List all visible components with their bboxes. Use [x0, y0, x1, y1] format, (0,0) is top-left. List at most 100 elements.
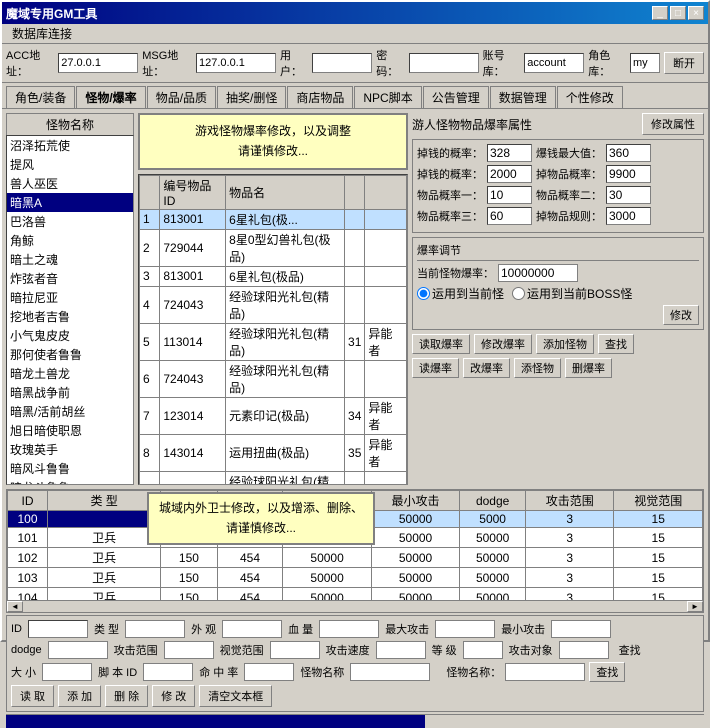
list-item[interactable]: 沼泽拓荒使 — [7, 136, 133, 155]
list-item[interactable]: 暗土之魂 — [7, 250, 133, 269]
find-monster-button[interactable]: 查找 — [589, 662, 625, 682]
form-input-dodge[interactable] — [48, 641, 108, 659]
pwd-input[interactable] — [409, 53, 479, 73]
read-button[interactable]: 读 取 — [11, 685, 54, 707]
clear-button[interactable]: 清空文本框 — [199, 685, 272, 707]
list-item[interactable]: 暗黑/活前胡丝 — [7, 402, 133, 421]
user-input[interactable] — [312, 53, 372, 73]
list-item[interactable]: 角鲸 — [7, 231, 133, 250]
list-item[interactable]: 暗风斗鲁鲁 — [7, 459, 133, 478]
list-item[interactable]: 旭日暗使职恩 — [7, 421, 133, 440]
connect-button[interactable]: 断开 — [664, 52, 704, 74]
form-input-minatk[interactable] — [551, 620, 611, 638]
maximize-button[interactable]: □ — [670, 6, 686, 20]
form-input-id[interactable] — [28, 620, 88, 638]
form-input-level[interactable] — [463, 641, 503, 659]
modify-button[interactable]: 修 改 — [152, 685, 195, 707]
monster-list[interactable]: 沼泽拓荒使 提风 兽人巫医 暗黑A 巴洛兽 角鲸 暗土之魂 炸弦者音 暗拉尼亚 … — [6, 135, 134, 485]
table-row[interactable]: 18130016星礼包(极... — [140, 209, 407, 229]
add-button[interactable]: 添 加 — [58, 685, 101, 707]
attr-input-3a[interactable] — [487, 186, 532, 204]
form-input-look[interactable] — [222, 620, 282, 638]
attr-input-4b[interactable] — [606, 207, 651, 225]
attr-input-1b[interactable] — [606, 144, 651, 162]
list-item[interactable]: 挖地者吉鲁 — [7, 307, 133, 326]
db-input[interactable] — [524, 53, 584, 73]
modify-attr-button[interactable]: 修改属性 — [642, 113, 704, 135]
add-monster-button2[interactable]: 添怪物 — [514, 358, 561, 378]
find-button[interactable]: 查找 — [598, 334, 634, 354]
list-item[interactable]: 暗黑A — [7, 193, 133, 212]
attr-input-1a[interactable] — [487, 144, 532, 162]
scroll-right-btn[interactable]: ► — [687, 601, 703, 612]
scroll-left-btn[interactable]: ◄ — [7, 601, 23, 612]
del-rate-button[interactable]: 删爆率 — [565, 358, 612, 378]
close-button[interactable]: × — [688, 6, 704, 20]
list-item[interactable]: 暗龙斗鲁鲁 — [7, 478, 133, 485]
table-row[interactable]: 102 卫兵 150 454 50000 50000 50000 3 15 — [8, 548, 703, 568]
tab-announce[interactable]: 公告管理 — [423, 86, 489, 108]
tab-role-equip[interactable]: 角色/装备 — [6, 86, 75, 108]
form-input-atkspeed[interactable] — [376, 641, 426, 659]
form-input-maxatk[interactable] — [435, 620, 495, 638]
attr-input-2b[interactable] — [606, 165, 651, 183]
attr-input-3b[interactable] — [606, 186, 651, 204]
radio-boss-monster[interactable] — [512, 287, 525, 300]
list-item[interactable]: 小气鬼皮皮 — [7, 326, 133, 345]
acc-input[interactable] — [58, 53, 138, 73]
form-input-size[interactable] — [42, 663, 92, 681]
table-row[interactable]: 104 卫兵 150 454 50000 50000 50000 3 15 — [8, 588, 703, 601]
table-row[interactable]: 27290448星0型幻兽礼包(极品) — [140, 229, 407, 266]
form-input-scriptid[interactable] — [143, 663, 193, 681]
tab-shop-item[interactable]: 商店物品 — [287, 86, 353, 108]
delete-button[interactable]: 删 除 — [105, 685, 148, 707]
list-item[interactable]: 暗龙土兽龙 — [7, 364, 133, 383]
rate-modify-button[interactable]: 修改 — [663, 305, 699, 325]
modify-rate-button2[interactable]: 改爆率 — [463, 358, 510, 378]
table-row[interactable]: 7123014元素印记(极品)34异能者 — [140, 397, 407, 434]
find-monster-input[interactable] — [505, 663, 585, 681]
list-item[interactable]: 玫瑰英手 — [7, 440, 133, 459]
menu-item-db[interactable]: 数据库连接 — [6, 23, 78, 44]
table-row[interactable]: 5113014经验球阳光礼包(精品)31异能者 — [140, 323, 407, 360]
rate-current-input[interactable] — [498, 264, 578, 282]
form-input-type[interactable] — [125, 620, 185, 638]
table-row[interactable]: 8143014运用扭曲(极品)35异能者 — [140, 434, 407, 471]
tab-item-quality[interactable]: 物品/品质 — [147, 86, 216, 108]
form-input-hp[interactable] — [319, 620, 379, 638]
list-item[interactable]: 炸弦者音 — [7, 269, 133, 288]
tab-npc-script[interactable]: NPC脚本 — [354, 86, 421, 108]
table-row[interactable]: 38130016星礼包(极品) — [140, 266, 407, 286]
tab-lottery[interactable]: 抽奖/删怪 — [217, 86, 286, 108]
tab-monster-rate[interactable]: 怪物/爆率 — [76, 86, 145, 108]
list-item[interactable]: 提风 — [7, 155, 133, 174]
attr-input-2a[interactable] — [487, 165, 532, 183]
add-monster-button[interactable]: 添加怪物 — [536, 334, 594, 354]
table-row[interactable]: 103 卫兵 150 454 50000 50000 50000 3 15 — [8, 568, 703, 588]
form-input-hitrate[interactable] — [244, 663, 294, 681]
table-row[interactable]: 4724043经验球阳光礼包(精品) — [140, 286, 407, 323]
read-rate-button2[interactable]: 读爆率 — [412, 358, 459, 378]
form-input-monstername[interactable] — [350, 663, 430, 681]
list-item[interactable]: 巴洛兽 — [7, 212, 133, 231]
list-item[interactable]: 暗黑战争前 — [7, 383, 133, 402]
list-item[interactable]: 那何使者鲁鲁 — [7, 345, 133, 364]
table-row[interactable]: 6724043经验球阳光礼包(精品) — [140, 360, 407, 397]
tab-personal[interactable]: 个性修改 — [557, 86, 623, 108]
table-row[interactable]: 9724043经验球阳光礼包(精品) — [140, 471, 407, 485]
toolbar: ACC地址： MSG地址： 用户： 密码： 账号库： 角色库： 断开 — [2, 44, 708, 83]
radio-current-monster[interactable] — [417, 287, 430, 300]
attr-input-4a[interactable] — [487, 207, 532, 225]
list-item[interactable]: 暗拉尼亚 — [7, 288, 133, 307]
minimize-button[interactable]: _ — [652, 6, 668, 20]
form-input-atkrange[interactable] — [164, 641, 214, 659]
list-item[interactable]: 兽人巫医 — [7, 174, 133, 193]
read-rate-button[interactable]: 读取爆率 — [412, 334, 470, 354]
role-input[interactable] — [630, 53, 660, 73]
form-input-viewrange[interactable] — [270, 641, 320, 659]
modify-rate-button[interactable]: 修改爆率 — [474, 334, 532, 354]
tab-data-mgmt[interactable]: 数据管理 — [490, 86, 556, 108]
msg-input[interactable] — [196, 53, 276, 73]
horizontal-scrollbar[interactable]: ◄ ► — [7, 600, 703, 612]
form-input-atktarget[interactable] — [559, 641, 609, 659]
